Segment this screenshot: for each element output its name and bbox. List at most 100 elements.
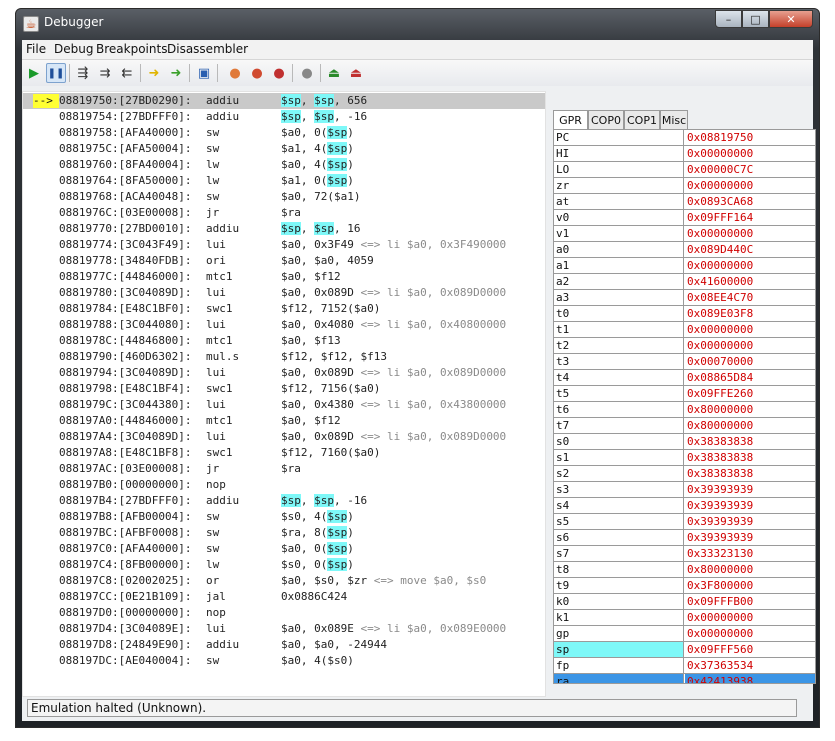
register-row-t8[interactable]: t8 0x80000000 [554,562,815,578]
register-value[interactable]: 0x08EE4C70 [685,290,815,305]
tab-misc[interactable]: Misc [660,110,688,129]
menu-disassembler[interactable]: Disassembler [167,42,248,56]
register-row-t5[interactable]: t5 0x09FFE260 [554,386,815,402]
register-row-at[interactable]: at 0x0893CA68 [554,194,815,210]
disasm-row[interactable]: 08819760:[8FA40004]: lw $a0, 4($sp) [23,157,545,173]
maximize-button[interactable]: □ [742,10,769,28]
register-value[interactable]: 0x08865D84 [685,370,815,385]
register-value[interactable]: 0x00000000 [685,226,815,241]
disasm-row[interactable]: 0881976C:[03E00008]: jr $ra [23,205,545,221]
disasm-row[interactable]: 088197B0:[00000000]: nop [23,477,545,493]
close-button[interactable]: ✕ [769,10,813,28]
disasm-row[interactable]: 08819790:[460D6302]: mul.s $f12, $f12, $f1… [23,349,545,365]
register-row-t4[interactable]: t4 0x08865D84 [554,370,815,386]
menu-file[interactable]: File [26,42,46,56]
disasm-row[interactable]: 08819778:[34840FDB]: ori $a0, $a0, 4059 [23,253,545,269]
register-row-a3[interactable]: a3 0x08EE4C70 [554,290,815,306]
tab-cop1[interactable]: COP1 [624,110,660,129]
register-row-s4[interactable]: s4 0x39393939 [554,498,815,514]
goto-arrow-icon[interactable]: ➜ [144,63,164,83]
disasm-row[interactable]: 088197D4:[3C04089E]: lui $a0, 0x089E <=> l… [23,621,545,637]
title-bar[interactable]: ☕ Debugger – □ ✕ [16,9,819,39]
register-value[interactable]: 0x38383838 [685,434,815,449]
register-row-t1[interactable]: t1 0x00000000 [554,322,815,338]
register-value[interactable]: 0x39393939 [685,498,815,513]
register-value[interactable]: 0x089E03F8 [685,306,815,321]
disasm-row[interactable]: 088197D0:[00000000]: nop [23,605,545,621]
register-row-k1[interactable]: k1 0x00000000 [554,610,815,626]
register-row-s1[interactable]: s1 0x38383838 [554,450,815,466]
register-value[interactable]: 0x00000000 [685,626,815,641]
register-row-hi[interactable]: HI 0x00000000 [554,146,815,162]
register-value[interactable]: 0x39393939 [685,530,815,545]
register-row-zr[interactable]: zr 0x00000000 [554,178,815,194]
register-value[interactable]: 0x00000000 [685,146,815,161]
register-row-v0[interactable]: v0 0x09FFF164 [554,210,815,226]
register-value[interactable]: 0x42413938 [685,674,815,683]
disasm-row[interactable]: 088197A4:[3C04089D]: lui $a0, 0x089D <=> l… [23,429,545,445]
disasm-row[interactable]: 088197AC:[03E00008]: jr $ra [23,461,545,477]
disasm-row[interactable]: 08819764:[8FA50000]: lw $a1, 0($sp) [23,173,545,189]
register-value[interactable]: 0x00000C7C [685,162,815,177]
disasm-row[interactable]: 088197B8:[AFB00004]: sw $s0, 4($sp) [23,509,545,525]
register-row-pc[interactable]: PC 0x08819750 [554,130,815,146]
disasm-row[interactable]: 088197A0:[44846000]: mtc1 $a0, $f12 [23,413,545,429]
register-row-s5[interactable]: s5 0x39393939 [554,514,815,530]
minimize-button[interactable]: – [715,10,742,28]
register-value[interactable]: 0x00000000 [685,258,815,273]
register-row-k0[interactable]: k0 0x09FFFB00 [554,594,815,610]
register-table[interactable]: PC 0x08819750 HI 0x00000000 LO 0x00000C7C zr 0x… [553,129,816,684]
tab-gpr[interactable]: GPR [553,110,588,130]
save-state-icon[interactable]: ⏏ [346,63,366,83]
register-row-t6[interactable]: t6 0x80000000 [554,402,815,418]
memory-view-icon[interactable]: ▣ [194,63,214,83]
disasm-row[interactable]: 088197B4:[27BDFFF0]: addiu $sp, $sp, -16 [23,493,545,509]
disasm-row[interactable]: 08819788:[3C044080]: lui $a0, 0x4080 <=> l… [23,317,545,333]
disasm-row[interactable]: 088197DC:[AE040004]: sw $a0, 4($s0) [23,653,545,669]
register-value[interactable]: 0x0893CA68 [685,194,815,209]
step-out-icon[interactable]: ⇇ [117,63,137,83]
register-row-t3[interactable]: t3 0x00070000 [554,354,815,370]
step-into-icon[interactable]: ⇶ [73,63,93,83]
register-value[interactable]: 0x09FFE260 [685,386,815,401]
register-value[interactable]: 0x3F800000 [685,578,815,593]
register-value[interactable]: 0x00000000 [685,178,815,193]
register-value[interactable]: 0x00000000 [685,338,815,353]
register-value[interactable]: 0x09FFFB00 [685,594,815,609]
register-value[interactable]: 0x09FFF164 [685,210,815,225]
disasm-row[interactable]: 0881979C:[3C044380]: lui $a0, 0x4380 <=> l… [23,397,545,413]
register-value[interactable]: 0x38383838 [685,466,815,481]
disasm-row[interactable]: 088197A8:[E48C1BF8]: swc1 $f12, 7160($a0) [23,445,545,461]
register-row-sp[interactable]: sp 0x09FFF560 [554,642,815,658]
disasm-row[interactable]: 08819758:[AFA40000]: sw $a0, 0($sp) [23,125,545,141]
run-icon[interactable]: ▶ [24,63,44,83]
disasm-row[interactable]: 08819770:[27BD0010]: addiu $sp, $sp, 16 [23,221,545,237]
register-value[interactable]: 0x39393939 [685,482,815,497]
register-row-a1[interactable]: a1 0x00000000 [554,258,815,274]
register-value[interactable]: 0x00070000 [685,354,815,369]
disasm-row[interactable]: 0881978C:[44846800]: mtc1 $a0, $f13 [23,333,545,349]
menu-debug[interactable]: Debug [54,42,93,56]
disasm-row[interactable]: 088197C8:[02002025]: or $a0, $s0, $zr <=> … [23,573,545,589]
register-row-t2[interactable]: t2 0x00000000 [554,338,815,354]
breakpoint-remove-icon[interactable]: ● [269,63,289,83]
disasm-row[interactable]: 088197CC:[0E21B109]: jal 0x0886C424 [23,589,545,605]
step-over-icon[interactable]: ⇉ [95,63,115,83]
register-row-gp[interactable]: gp 0x00000000 [554,626,815,642]
disasm-row[interactable]: 08819774:[3C043F49]: lui $a0, 0x3F49 <=> l… [23,237,545,253]
register-row-s3[interactable]: s3 0x39393939 [554,482,815,498]
register-row-a2[interactable]: a2 0x41600000 [554,274,815,290]
pause-icon[interactable]: ❚❚ [46,63,66,83]
register-value[interactable]: 0x80000000 [685,562,815,577]
goto-pc-icon[interactable]: ➜ [166,63,186,83]
breakpoint-toggle-icon[interactable]: ● [247,63,267,83]
disassembly-view[interactable]: --> 08819750:[27BD0290]: addiu $sp, $sp, 65… [22,91,546,697]
reset-icon[interactable]: ● [297,63,317,83]
register-value[interactable]: 0x80000000 [685,418,815,433]
register-row-fp[interactable]: fp 0x37363534 [554,658,815,674]
register-row-t0[interactable]: t0 0x089E03F8 [554,306,815,322]
disasm-row[interactable]: 0881977C:[44846000]: mtc1 $a0, $f12 [23,269,545,285]
register-row-s2[interactable]: s2 0x38383838 [554,466,815,482]
disasm-row[interactable]: 088197C4:[8FB00000]: lw $s0, 0($sp) [23,557,545,573]
register-row-t7[interactable]: t7 0x80000000 [554,418,815,434]
